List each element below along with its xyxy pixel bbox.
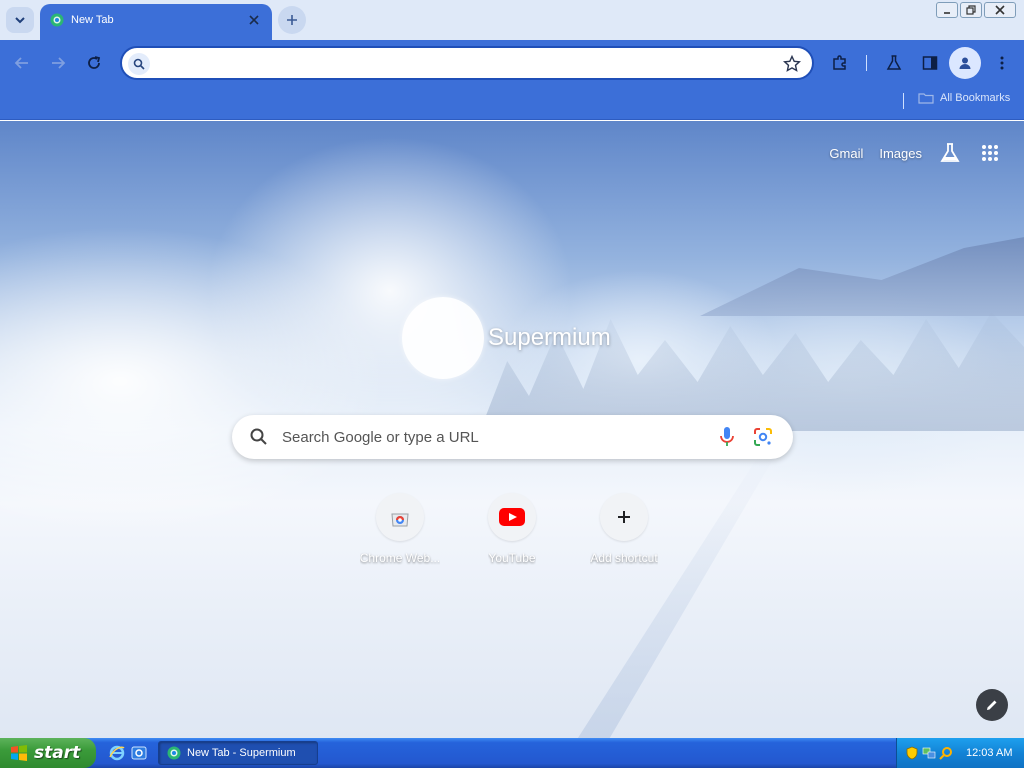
tab-title: New Tab — [71, 14, 114, 26]
shortcut-youtube[interactable]: YouTube — [456, 493, 568, 565]
bookmark-star-button[interactable] — [782, 54, 802, 74]
reload-icon — [88, 56, 101, 69]
quicklaunch-ie[interactable] — [108, 744, 126, 762]
windows-taskbar: start New Tab - Supermium 12:03 AM — [0, 738, 1024, 768]
google-apps-button[interactable] — [978, 141, 1002, 165]
new-tab-page: Gmail Images Supermium Search Google or … — [0, 121, 1024, 738]
logo-circle-icon — [402, 297, 484, 379]
profile-button[interactable] — [949, 47, 981, 79]
tab-close-button[interactable] — [246, 12, 262, 28]
toolbar-separator — [866, 55, 867, 71]
images-link[interactable]: Images — [879, 146, 922, 161]
minimize-icon — [944, 12, 950, 14]
arrow-right-icon — [52, 57, 66, 69]
taskbar-item-label: New Tab - Supermium — [187, 747, 296, 759]
all-bookmarks-button[interactable]: All Bookmarks — [918, 92, 1010, 104]
background-mountains — [700, 236, 1024, 316]
folder-icon — [918, 93, 934, 104]
network-icon — [922, 747, 936, 759]
extensions-button[interactable] — [828, 51, 852, 75]
address-bar[interactable] — [120, 46, 814, 80]
flask-icon — [886, 55, 902, 70]
quicklaunch-outlook[interactable] — [130, 744, 148, 762]
star-icon — [783, 55, 801, 72]
forward-button[interactable] — [46, 51, 70, 75]
chevron-down-icon — [15, 17, 25, 24]
shield-icon — [906, 746, 918, 760]
supermium-favicon-icon — [167, 746, 181, 760]
shortcut-label: Add shortcut — [590, 551, 658, 565]
start-label: start — [34, 743, 81, 763]
add-shortcut-button[interactable]: Add shortcut — [568, 493, 680, 565]
window-close-button[interactable] — [984, 2, 1016, 18]
tab-new-tab[interactable]: New Tab — [40, 4, 272, 40]
avatar-icon — [959, 57, 971, 69]
magnifier-icon — [939, 747, 952, 760]
youtube-icon — [499, 508, 525, 526]
all-bookmarks-label: All Bookmarks — [940, 92, 1011, 104]
search-icon — [133, 58, 145, 70]
tab-strip: New Tab — [0, 0, 1024, 40]
side-panel-icon — [922, 56, 938, 70]
back-button[interactable] — [10, 51, 34, 75]
customize-chrome-button[interactable] — [976, 689, 1008, 721]
omnibox-search-chip[interactable] — [128, 53, 150, 75]
network-tray-icon[interactable] — [922, 746, 936, 760]
system-tray: 12:03 AM — [896, 738, 1024, 768]
flask-icon — [940, 143, 960, 162]
labs-button[interactable] — [882, 51, 906, 75]
bookmarks-bar: All Bookmarks — [0, 86, 1024, 120]
outlook-express-icon — [131, 746, 147, 760]
minimize-button[interactable] — [936, 2, 958, 18]
chrome-web-store-icon — [391, 513, 409, 527]
shortcut-chrome-web-store[interactable]: Chrome Web... — [344, 493, 456, 565]
shortcut-icon-container — [600, 493, 648, 541]
arrow-left-icon — [14, 57, 28, 69]
puzzle-icon — [833, 55, 846, 70]
microphone-icon[interactable] — [717, 426, 737, 448]
reload-button[interactable] — [82, 51, 106, 75]
restore-button[interactable] — [960, 2, 982, 18]
shortcut-label: YouTube — [488, 551, 536, 565]
close-icon — [995, 5, 1005, 15]
taskbar-item-supermium[interactable]: New Tab - Supermium — [158, 741, 318, 765]
security-shield-tray-icon[interactable] — [905, 746, 919, 760]
google-lens-icon[interactable] — [753, 427, 773, 447]
search-icon — [250, 428, 267, 445]
bookmarks-separator — [903, 93, 904, 109]
shortcut-icon-container — [376, 493, 424, 541]
new-tab-button[interactable] — [278, 6, 306, 34]
taskbar-clock: 12:03 AM — [966, 747, 1013, 759]
shortcut-icon-container — [488, 493, 536, 541]
logo-text: Supermium — [488, 324, 611, 351]
search-tray-icon[interactable] — [939, 746, 953, 760]
start-button[interactable]: start — [0, 738, 96, 768]
side-panel-button[interactable] — [918, 51, 942, 75]
close-icon — [249, 15, 259, 25]
pencil-icon — [987, 700, 997, 710]
shortcuts-row: Chrome Web... YouTube Add shortcut — [344, 493, 680, 565]
labs-ntp-button[interactable] — [938, 141, 962, 165]
plus-icon — [287, 15, 297, 25]
ntp-search-input[interactable] — [282, 425, 702, 449]
address-input[interactable] — [156, 52, 776, 76]
ntp-search-box[interactable] — [232, 415, 793, 459]
apps-grid-icon — [982, 145, 998, 161]
windows-logo-icon — [11, 745, 27, 761]
window-controls — [936, 2, 1016, 18]
ntp-top-links: Gmail Images — [829, 141, 1002, 165]
internet-explorer-icon — [109, 745, 125, 761]
restore-icon — [966, 5, 976, 15]
kebab-menu-icon — [1000, 56, 1004, 70]
shortcut-label: Chrome Web... — [359, 551, 441, 565]
tab-search-button[interactable] — [6, 7, 34, 33]
supermium-logo: Supermium — [402, 297, 611, 379]
browser-toolbar — [0, 40, 1024, 86]
menu-button[interactable] — [990, 51, 1014, 75]
supermium-favicon-icon — [50, 13, 64, 27]
plus-icon — [618, 511, 630, 523]
gmail-link[interactable]: Gmail — [829, 146, 863, 161]
